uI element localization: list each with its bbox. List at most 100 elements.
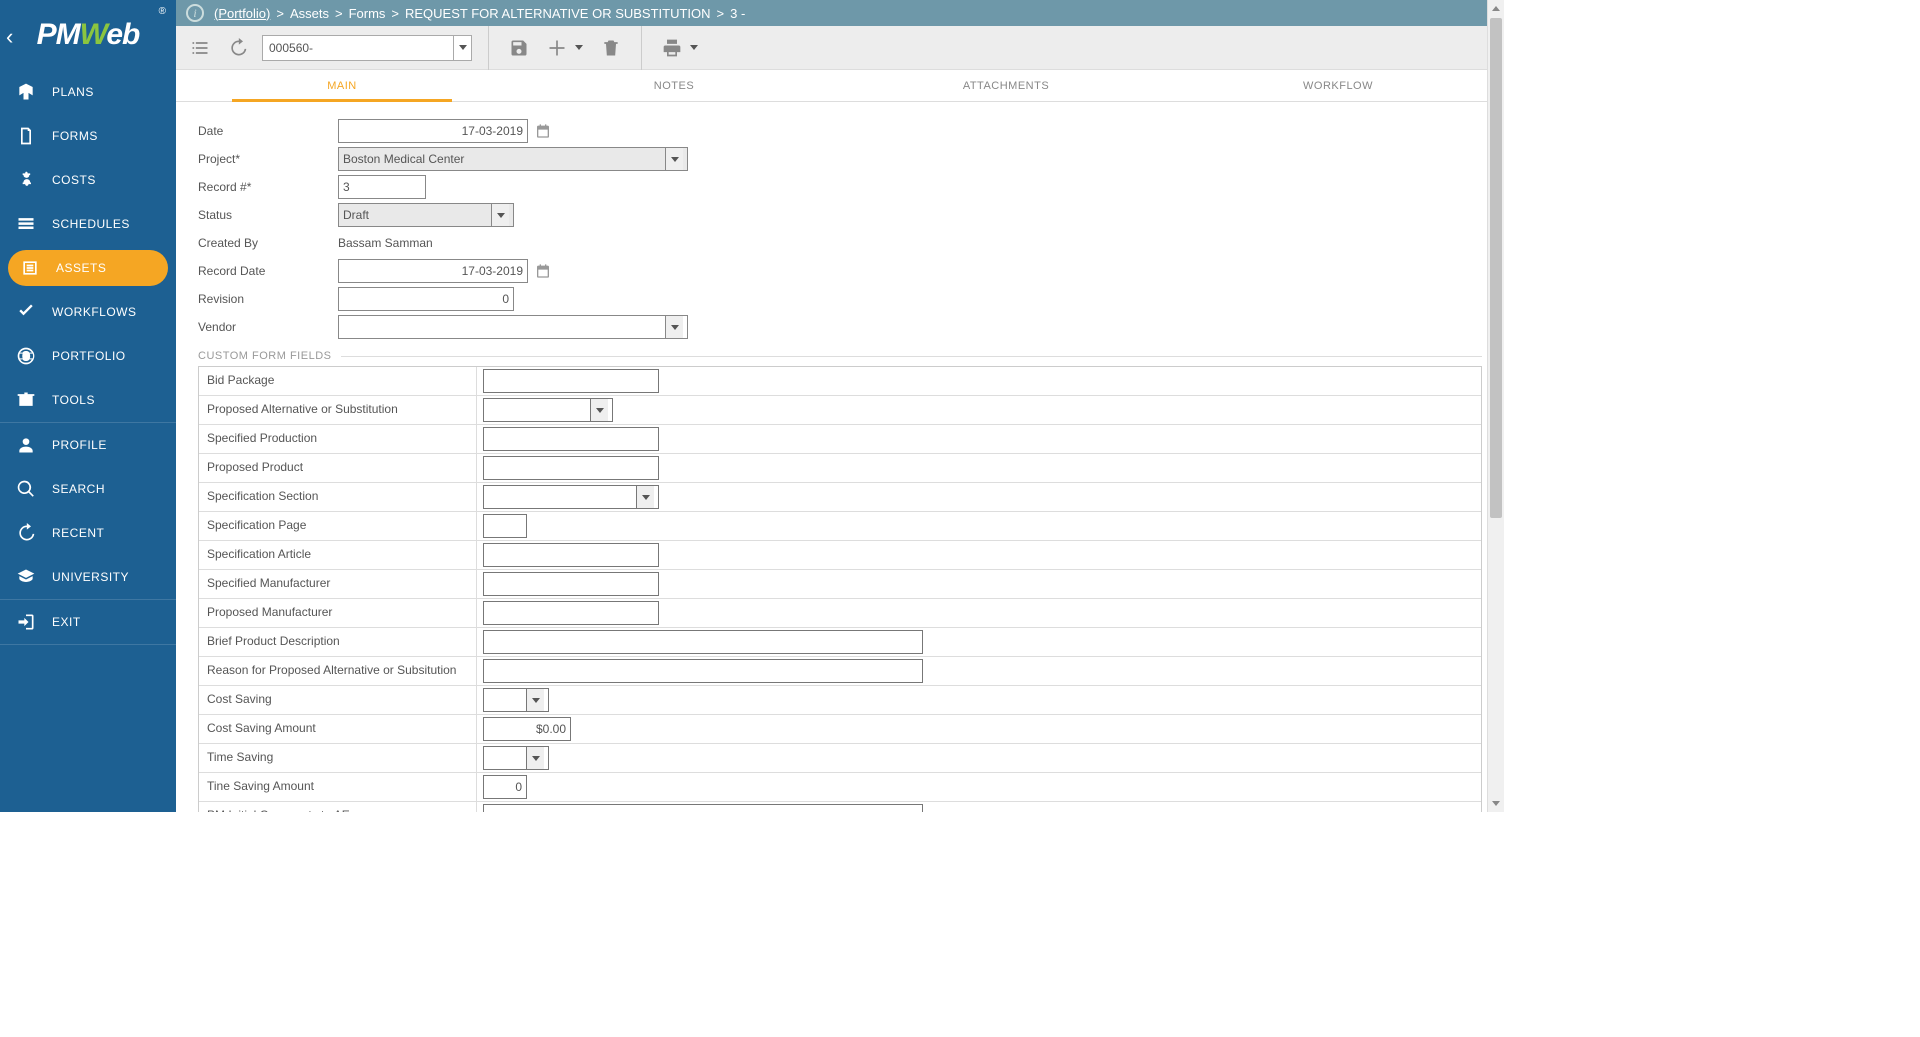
section-header: CUSTOM FORM FIELDS (198, 350, 1482, 362)
custom-field-label: Specification Article (199, 541, 477, 569)
chevron-down-icon[interactable] (665, 148, 683, 170)
custom-field-input[interactable] (483, 543, 659, 567)
sidebar-item-recent[interactable]: RECENT (0, 511, 176, 555)
custom-field-input[interactable] (483, 804, 923, 812)
date-input[interactable]: 17-03-2019 (338, 119, 528, 143)
sidebar-item-plans[interactable]: PLANS (0, 70, 176, 114)
revision-label: Revision (198, 292, 338, 306)
custom-field-input[interactable] (483, 427, 659, 451)
chevron-down-icon[interactable] (491, 204, 509, 226)
sidebar-item-forms[interactable]: FORMS (0, 114, 176, 158)
breadcrumb-sep: > (391, 6, 399, 21)
tab-workflow[interactable]: WORKFLOW (1172, 70, 1504, 101)
custom-field-input[interactable] (483, 630, 923, 654)
sidebar-item-assets[interactable]: ASSETS (8, 250, 168, 286)
vertical-scrollbar[interactable] (1487, 0, 1504, 812)
custom-field-input[interactable] (483, 456, 659, 480)
record-date-input[interactable]: 17-03-2019 (338, 259, 528, 283)
sidebar-item-label: TOOLS (52, 393, 95, 407)
record-selector[interactable]: 000560- (262, 35, 472, 61)
costs-icon (14, 168, 38, 192)
custom-field-input[interactable] (483, 485, 659, 509)
custom-field-label: Proposed Product (199, 454, 477, 482)
custom-field-input[interactable] (483, 369, 659, 393)
logo-w: W (80, 18, 107, 51)
created-by-value: Bassam Samman (338, 236, 433, 250)
custom-field-input[interactable] (483, 601, 659, 625)
tab-notes[interactable]: NOTES (508, 70, 840, 101)
custom-field-row: Brief Product Description (199, 628, 1481, 657)
tab-main[interactable]: MAIN (176, 70, 508, 101)
breadcrumb-record: 3 - (730, 6, 745, 21)
custom-field-input[interactable] (483, 572, 659, 596)
revision-input[interactable]: 0 (338, 287, 514, 311)
custom-field-row: Cost Saving (199, 686, 1481, 715)
sidebar-item-university[interactable]: UNIVERSITY (0, 555, 176, 599)
custom-field-input[interactable] (483, 746, 549, 770)
list-icon[interactable] (186, 34, 214, 62)
sidebar-item-profile[interactable]: PROFILE (0, 423, 176, 467)
record-no-input[interactable]: 3 (338, 175, 426, 199)
status-select[interactable]: Draft (338, 203, 514, 227)
custom-field-input[interactable] (483, 398, 613, 422)
record-no-label: Record #* (198, 180, 338, 194)
workflows-icon (14, 300, 38, 324)
calendar-icon[interactable] (534, 122, 552, 140)
vendor-label: Vendor (198, 320, 338, 334)
custom-field-label: Brief Product Description (199, 628, 477, 656)
scroll-up-arrow[interactable] (1488, 0, 1504, 17)
breadcrumb-assets: Assets (290, 6, 329, 21)
chevron-down-icon[interactable] (590, 399, 608, 421)
logo-pm: PM (37, 18, 80, 51)
scroll-down-arrow[interactable] (1488, 795, 1504, 812)
sidebar-item-label: RECENT (52, 526, 104, 540)
project-label: Project* (198, 152, 338, 166)
chevron-down-icon[interactable] (636, 486, 654, 508)
sidebar-item-schedules[interactable]: SCHEDULES (0, 202, 176, 246)
info-icon[interactable]: i (186, 4, 204, 22)
history-icon[interactable] (224, 34, 252, 62)
custom-field-input[interactable] (483, 514, 527, 538)
custom-field-label: Proposed Alternative or Substitution (199, 396, 477, 424)
sidebar-item-workflows[interactable]: WORKFLOWS (0, 290, 176, 334)
project-select[interactable]: Boston Medical Center (338, 147, 688, 171)
vendor-select[interactable] (338, 315, 688, 339)
print-dropdown[interactable] (686, 34, 702, 62)
status-label: Status (198, 208, 338, 222)
university-icon (14, 565, 38, 589)
sidebar-item-tools[interactable]: TOOLS (0, 378, 176, 422)
custom-field-input[interactable] (483, 688, 549, 712)
sidebar-item-label: ASSETS (56, 261, 106, 275)
custom-field-label: Specified Manufacturer (199, 570, 477, 598)
chevron-down-icon[interactable] (526, 689, 544, 711)
add-dropdown[interactable] (571, 34, 587, 62)
add-icon[interactable] (543, 34, 571, 62)
sidebar-item-search[interactable]: SEARCH (0, 467, 176, 511)
print-icon[interactable] (658, 34, 686, 62)
custom-field-input[interactable] (483, 659, 923, 683)
tab-attachments[interactable]: ATTACHMENTS (840, 70, 1172, 101)
search-icon (14, 477, 38, 501)
sidebar-item-costs[interactable]: COSTS (0, 158, 176, 202)
custom-field-row: Tine Saving Amount0 (199, 773, 1481, 802)
breadcrumb-portfolio[interactable]: (Portfolio) (214, 6, 270, 21)
custom-field-input[interactable]: 0 (483, 775, 527, 799)
calendar-icon[interactable] (534, 262, 552, 280)
record-date-label: Record Date (198, 264, 338, 278)
assets-icon (18, 256, 42, 280)
sidebar-item-label: SEARCH (52, 482, 105, 496)
custom-field-label: PM Initial Comments to AE (199, 802, 477, 812)
chevron-down-icon[interactable] (453, 36, 471, 60)
custom-field-label: Cost Saving (199, 686, 477, 714)
custom-field-label: Tine Saving Amount (199, 773, 477, 801)
custom-field-label: Specification Section (199, 483, 477, 511)
save-icon[interactable] (505, 34, 533, 62)
sidebar-item-exit[interactable]: EXIT (0, 600, 176, 644)
scroll-thumb[interactable] (1490, 18, 1502, 518)
chevron-down-icon[interactable] (526, 747, 544, 769)
delete-icon[interactable] (597, 34, 625, 62)
chevron-down-icon[interactable] (665, 316, 683, 338)
sidebar-item-label: PLANS (52, 85, 94, 99)
custom-field-input[interactable]: $0.00 (483, 717, 571, 741)
sidebar-item-portfolio[interactable]: PORTFOLIO (0, 334, 176, 378)
